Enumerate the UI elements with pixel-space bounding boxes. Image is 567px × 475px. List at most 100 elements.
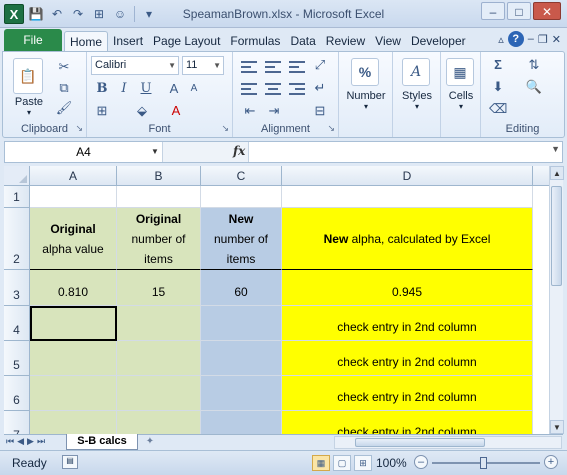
zoom-slider[interactable]: – + — [414, 455, 558, 471]
row-header-5[interactable]: 5 — [4, 341, 30, 376]
cell-a6[interactable] — [30, 376, 117, 411]
scroll-down-icon[interactable]: ▼ — [550, 420, 564, 434]
shrink-font-icon[interactable]: A — [185, 80, 203, 98]
row-header-6[interactable]: 6 — [4, 376, 30, 411]
find-select-icon[interactable]: 🔍 — [525, 78, 543, 96]
row-header-2[interactable]: 2 — [4, 208, 30, 270]
workbook-close-icon[interactable]: ✕ — [552, 33, 561, 46]
first-sheet-icon[interactable]: ⏮ — [6, 436, 14, 447]
cell-b4[interactable] — [117, 306, 201, 341]
wrap-text-icon[interactable]: ↵ — [311, 79, 329, 97]
cell-c4[interactable] — [201, 306, 282, 341]
scroll-up-icon[interactable]: ▲ — [550, 166, 564, 180]
tab-formulas[interactable]: Formulas — [225, 31, 285, 51]
cell-c2[interactable]: New number of items — [201, 208, 282, 270]
cell-d4[interactable]: check entry in 2nd column — [282, 306, 533, 341]
font-color-icon[interactable]: A — [167, 102, 185, 120]
help-icon[interactable]: ? — [507, 31, 524, 47]
column-header-e[interactable] — [533, 166, 549, 186]
page-layout-view-icon[interactable]: ▢ — [333, 455, 351, 471]
cell-d6[interactable]: check entry in 2nd column — [282, 376, 533, 411]
column-header-d[interactable]: D — [282, 166, 533, 186]
next-sheet-icon[interactable]: ▶ — [27, 436, 34, 447]
alignment-launcher-icon[interactable]: ↘ — [327, 123, 335, 134]
cells-button[interactable]: Cells — [441, 90, 481, 102]
clipboard-launcher-icon[interactable]: ↘ — [75, 123, 83, 134]
minimize-icon[interactable]: – — [481, 2, 505, 20]
zoom-level[interactable]: 100% — [376, 456, 407, 470]
format-painter-icon[interactable]: 🖌 — [55, 99, 73, 117]
prev-sheet-icon[interactable]: ◀ — [17, 436, 24, 447]
tab-insert[interactable]: Insert — [108, 31, 148, 51]
workbook-minimize-icon[interactable]: – — [528, 33, 534, 45]
fill-icon[interactable]: ⬇ — [489, 78, 507, 96]
number-dropdown-icon[interactable]: ▾ — [339, 102, 393, 111]
zoom-knob[interactable] — [480, 457, 487, 469]
fill-color-icon[interactable]: ⬙ — [133, 102, 151, 120]
font-size-select[interactable]: 11 ▼ — [182, 56, 224, 75]
styles-icon[interactable]: A — [402, 58, 430, 86]
underline-icon[interactable]: U — [137, 80, 155, 98]
styles-button[interactable]: Styles — [393, 90, 441, 102]
cell-a4[interactable] — [30, 306, 117, 341]
bold-icon[interactable]: B — [93, 80, 111, 98]
italic-icon[interactable]: I — [115, 80, 133, 98]
paste-button[interactable]: Paste — [7, 96, 51, 108]
collapse-ribbon-icon[interactable]: ▵ — [498, 33, 504, 46]
cell-b2[interactable]: Original number of items — [117, 208, 201, 270]
number-button[interactable]: Number — [339, 90, 393, 102]
paste-icon[interactable]: 📋 — [13, 58, 43, 94]
cell-c6[interactable] — [201, 376, 282, 411]
cell-d2[interactable]: New alpha, calculated by Excel — [282, 208, 533, 270]
insert-function-icon[interactable]: fx — [233, 144, 245, 158]
row-header-3[interactable]: 3 — [4, 270, 30, 306]
cell-b3[interactable]: 15 — [117, 270, 201, 306]
tab-review[interactable]: Review — [321, 31, 370, 51]
last-sheet-icon[interactable]: ⏭ — [37, 436, 45, 447]
sheet-tab-sb-calcs[interactable]: S-B calcs — [66, 434, 138, 450]
select-all-button[interactable] — [4, 166, 30, 186]
row-header-4[interactable]: 4 — [4, 306, 30, 341]
normal-view-icon[interactable]: ▦ — [312, 455, 330, 471]
cell-d3[interactable]: 0.945 — [282, 270, 533, 306]
cell-d1[interactable] — [282, 186, 533, 208]
cells-dropdown-icon[interactable]: ▾ — [441, 102, 481, 111]
cell-b6[interactable] — [117, 376, 201, 411]
cell-a7[interactable] — [30, 411, 117, 434]
tab-view[interactable]: View — [370, 31, 406, 51]
grow-font-icon[interactable]: A — [165, 80, 183, 98]
cells-icon[interactable]: ▦ — [446, 58, 474, 86]
cell-b1[interactable] — [117, 186, 201, 208]
horizontal-scrollbar[interactable] — [334, 436, 562, 449]
column-header-c[interactable]: C — [201, 166, 282, 186]
zoom-in-icon[interactable]: + — [544, 455, 558, 469]
cell-a2[interactable]: Original alpha value — [30, 208, 117, 270]
tab-page-layout[interactable]: Page Layout — [148, 31, 225, 51]
cell-c1[interactable] — [201, 186, 282, 208]
workbook-restore-icon[interactable]: ❐ — [538, 33, 548, 46]
align-middle-icon[interactable] — [265, 60, 281, 74]
decrease-indent-icon[interactable]: ⇤ — [241, 102, 259, 120]
record-macro-icon[interactable]: ▤ — [62, 455, 78, 469]
horizontal-scroll-thumb[interactable] — [355, 438, 485, 447]
cut-icon[interactable]: ✂ — [55, 58, 73, 76]
font-launcher-icon[interactable]: ↘ — [221, 123, 229, 134]
vertical-scroll-thumb[interactable] — [551, 186, 562, 286]
page-break-view-icon[interactable]: ⊞ — [354, 455, 372, 471]
cell-b7[interactable] — [117, 411, 201, 434]
cell-a3[interactable]: 0.810 — [30, 270, 117, 306]
column-header-b[interactable]: B — [117, 166, 201, 186]
orientation-icon[interactable]: ⤢ — [311, 56, 329, 74]
zoom-out-icon[interactable]: – — [414, 455, 428, 469]
row-header-1[interactable]: 1 — [4, 186, 30, 208]
tab-developer[interactable]: Developer — [406, 31, 471, 51]
column-header-a[interactable]: A — [30, 166, 117, 186]
align-left-icon[interactable] — [241, 82, 257, 96]
maximize-icon[interactable]: □ — [507, 2, 531, 20]
align-right-icon[interactable] — [289, 82, 305, 96]
cell-d7[interactable]: check entry in 2nd column — [282, 411, 533, 434]
tab-home[interactable]: Home — [64, 31, 109, 51]
vertical-scrollbar[interactable]: ▲ ▼ — [549, 166, 564, 434]
cell-c7[interactable] — [201, 411, 282, 434]
cell-a1[interactable] — [30, 186, 117, 208]
